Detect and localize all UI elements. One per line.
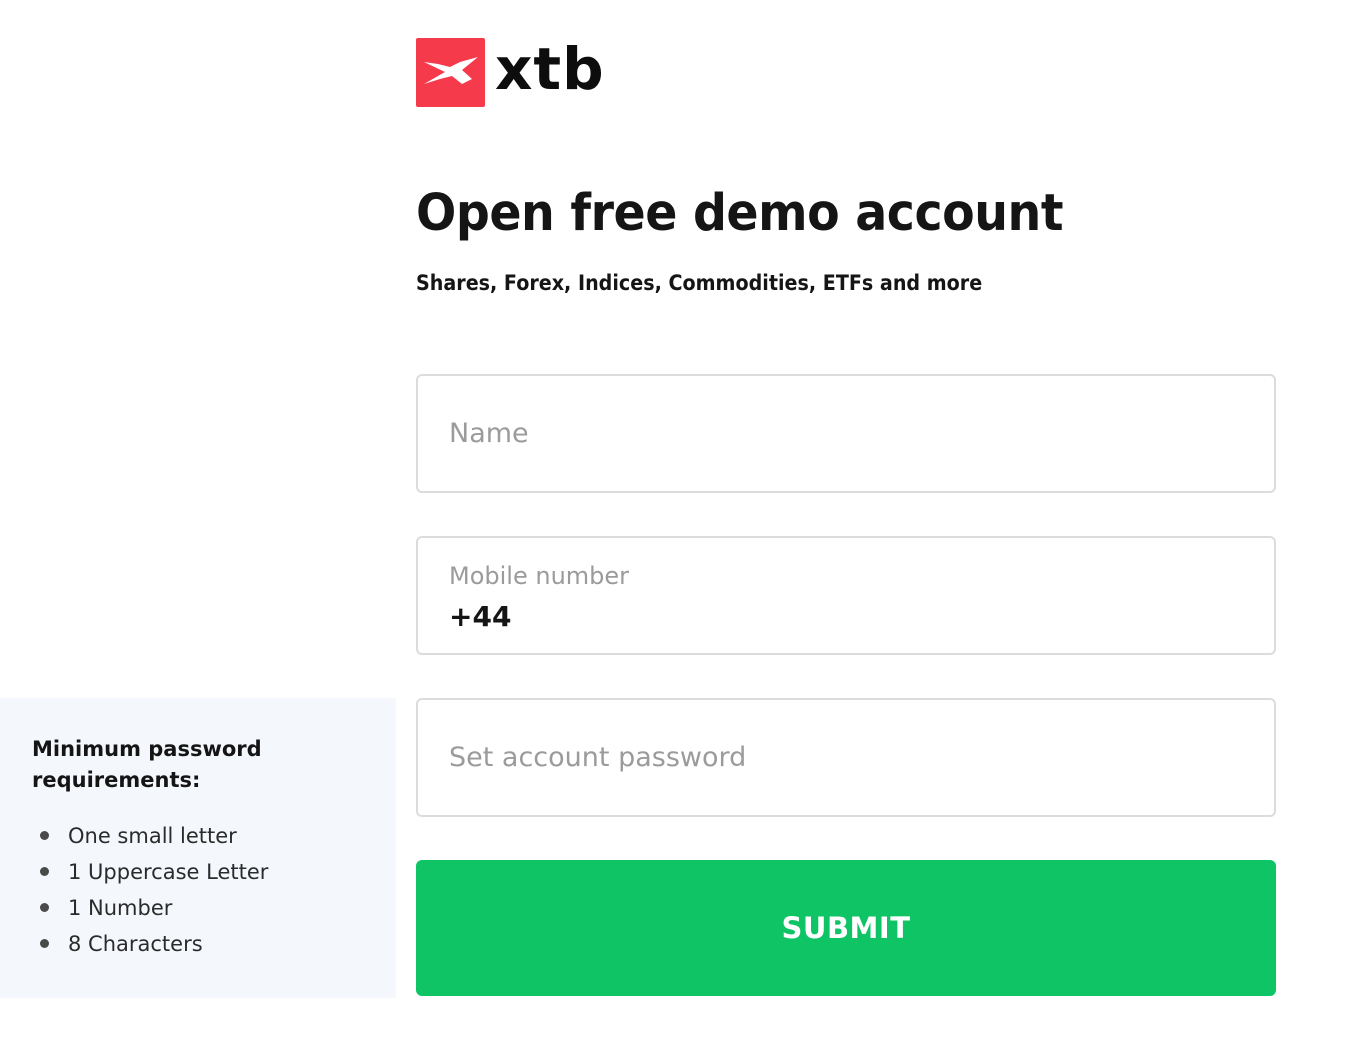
country-code-prefix[interactable]: +44 — [449, 600, 511, 633]
password-requirements-list: One small letter 1 Uppercase Letter 1 Nu… — [32, 820, 268, 964]
requirement-item: 1 Number — [32, 892, 268, 928]
page-title: Open free demo account — [416, 184, 1064, 243]
requirement-item: 8 Characters — [32, 928, 268, 964]
password-field — [416, 698, 1276, 817]
mobile-number-label: Mobile number — [449, 562, 630, 590]
password-requirements-panel: Minimum password requirements: One small… — [0, 698, 396, 998]
bullet-icon — [40, 831, 49, 840]
requirement-text: 1 Uppercase Letter — [68, 860, 269, 884]
password-requirements-title: Minimum password requirements: — [32, 737, 262, 792]
page-subtitle: Shares, Forex, Indices, Commodities, ETF… — [416, 271, 983, 295]
name-field — [416, 374, 1276, 493]
name-input[interactable] — [449, 376, 1254, 491]
xtb-logo[interactable]: xtb — [416, 38, 605, 107]
signup-page: xtb Open free demo account Shares, Forex… — [0, 0, 1362, 1062]
xtb-logo-icon — [416, 38, 485, 107]
requirement-text: 1 Number — [68, 896, 173, 920]
requirement-text: One small letter — [68, 824, 237, 848]
requirement-item: 1 Uppercase Letter — [32, 856, 268, 892]
mobile-number-field[interactable]: Mobile number +44 — [416, 536, 1276, 655]
password-input[interactable] — [449, 700, 1254, 815]
bullet-icon — [40, 903, 49, 912]
requirement-text: 8 Characters — [68, 932, 203, 956]
bullet-icon — [40, 939, 49, 948]
logo-wordmark: xtb — [495, 34, 605, 103]
requirement-item: One small letter — [32, 820, 268, 856]
bullet-icon — [40, 867, 49, 876]
submit-button[interactable]: SUBMIT — [416, 860, 1276, 996]
